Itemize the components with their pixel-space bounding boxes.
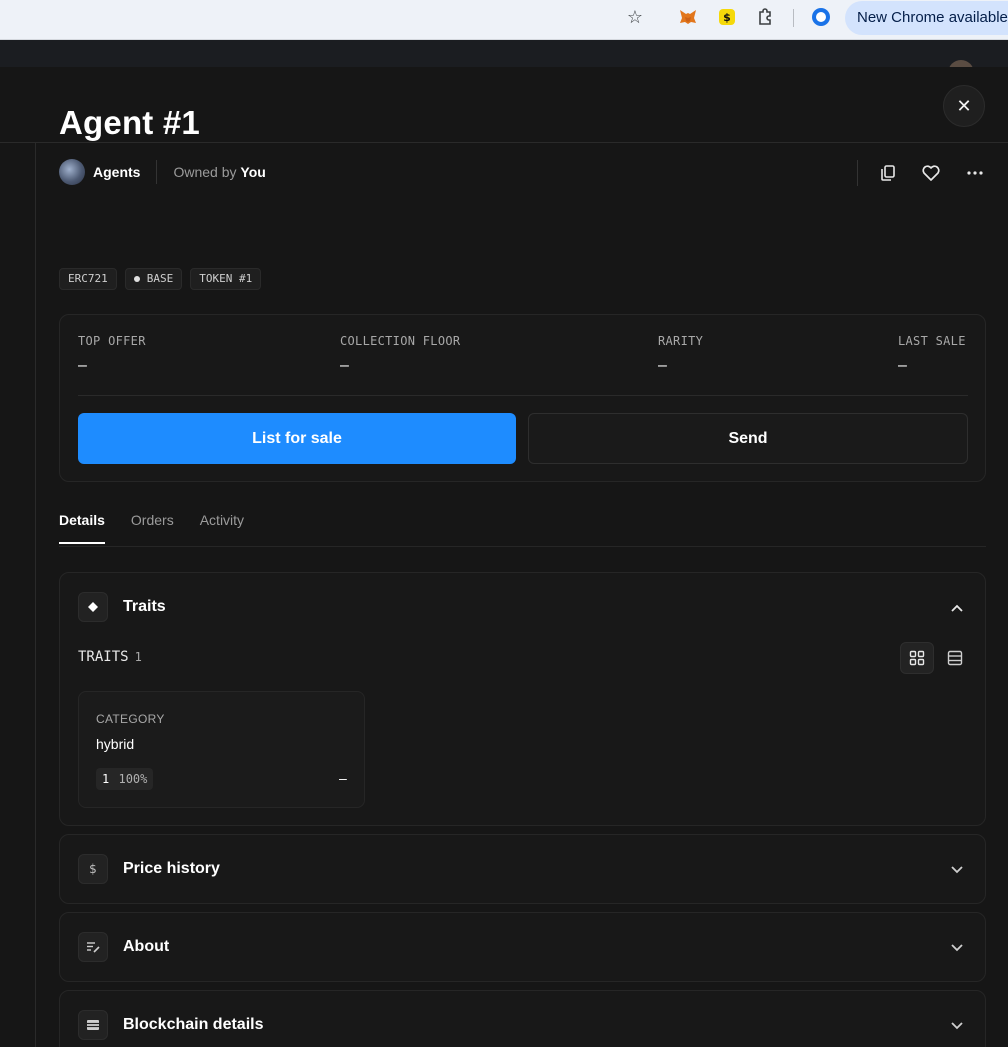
traits-count: 1 [134,650,142,664]
trait-value: hybrid [96,736,135,752]
price-history-title: Price history [123,860,220,877]
tab-orders[interactable]: Orders [131,512,174,544]
text-edit-icon [78,932,108,962]
browser-toolbar: ☆ $ New Chrome available [0,0,1008,40]
stat-top-offer: TOP OFFER – [78,334,146,375]
collection-avatar[interactable] [59,159,85,185]
stats-divider [78,395,968,396]
diamond-icon [78,592,108,622]
owner-link[interactable]: You [240,164,265,180]
traits-panel-title: Traits [123,598,166,615]
star-icon[interactable]: ☆ [624,6,646,28]
stat-value: – [340,357,349,374]
chevron-down-icon[interactable] [951,939,963,955]
trait-count: 1 [102,772,110,786]
collection-row: Agents Owned by You [59,157,266,187]
about-title: About [123,938,170,955]
update-chip[interactable]: New Chrome available [845,1,1008,35]
item-badges: ERC721 BASE TOKEN #1 [59,268,262,290]
stat-collection-floor: COLLECTION FLOOR – [340,334,460,375]
toolbar-separator [793,9,794,27]
copy-icon[interactable] [874,159,902,187]
traits-panel-header[interactable]: Traits [78,591,166,623]
chain-badge: BASE [124,268,183,290]
blockchain-details-title: Blockchain details [123,1016,264,1033]
about-header[interactable]: About [78,931,169,963]
grid-icon [909,650,925,666]
chain-badge-label: BASE [146,272,174,285]
token-badge: TOKEN #1 [190,268,262,290]
about-panel[interactable]: About [59,912,986,982]
dollar-icon: $ [78,854,108,884]
chevron-up-icon[interactable] [951,599,963,615]
metamask-icon[interactable] [677,6,699,28]
stat-label: LAST SALE [898,334,966,348]
tab-details[interactable]: Details [59,512,105,544]
stat-label: RARITY [658,334,704,348]
trait-rarity-chip: 1 100% [96,768,154,790]
close-button[interactable]: ✕ [943,85,985,127]
trait-card[interactable]: CATEGORY hybrid 1 100% – [78,691,365,808]
send-button[interactable]: Send [528,413,968,464]
stats-card: TOP OFFER – COLLECTION FLOOR – RARITY – … [59,314,986,482]
close-icon: ✕ [956,95,972,117]
stat-last-sale: LAST SALE – [898,334,966,375]
trait-type: CATEGORY [96,712,165,726]
actions-divider [857,160,858,186]
stat-value: – [658,357,667,374]
traits-section-label: TRAITS 1 [78,649,142,665]
standard-badge: ERC721 [59,268,117,290]
tabs-underline [59,546,986,547]
page-backdrop [0,40,1008,67]
extension-icon[interactable]: $ [716,6,738,28]
left-rail [35,143,36,1047]
svg-text:$: $ [89,862,97,876]
owned-by: Owned by You [173,164,265,180]
stat-label: TOP OFFER [78,334,146,348]
owned-prefix: Owned by [173,164,237,180]
stat-value: – [78,357,87,374]
traits-panel: Traits TRAITS 1 CATEGORY hybrid 1 100% – [59,572,986,826]
blockchain-details-panel[interactable]: Blockchain details [59,990,986,1047]
divider [156,160,158,184]
traits-label-text: TRAITS [78,649,129,665]
chevron-down-icon[interactable] [951,861,963,877]
tab-activity[interactable]: Activity [200,512,244,544]
list-for-sale-button[interactable]: List for sale [78,413,516,464]
stat-value: – [898,357,907,374]
more-icon[interactable] [961,159,989,187]
list-icon [947,650,963,666]
base-chain-icon [133,276,140,282]
list-view-button[interactable] [938,642,972,674]
price-history-panel[interactable]: $ Price history [59,834,986,904]
stat-label: COLLECTION FLOOR [340,334,461,348]
trait-floor-price: – [339,770,347,786]
collection-link[interactable]: Agents [93,164,140,180]
heart-icon[interactable] [917,159,945,187]
svg-text:$: $ [723,11,731,24]
chevron-down-icon[interactable] [951,1017,963,1033]
price-history-header[interactable]: $ Price history [78,853,220,885]
stat-rarity: RARITY – [658,334,703,375]
table-icon [78,1010,108,1040]
item-title: Agent #1 [59,104,200,141]
detail-tabs: Details Orders Activity [59,512,270,544]
profile-icon[interactable] [810,6,832,28]
blockchain-details-header[interactable]: Blockchain details [78,1009,264,1041]
grid-view-button[interactable] [900,642,934,674]
puzzle-icon[interactable] [754,6,776,28]
trait-percent: 100% [118,772,148,786]
